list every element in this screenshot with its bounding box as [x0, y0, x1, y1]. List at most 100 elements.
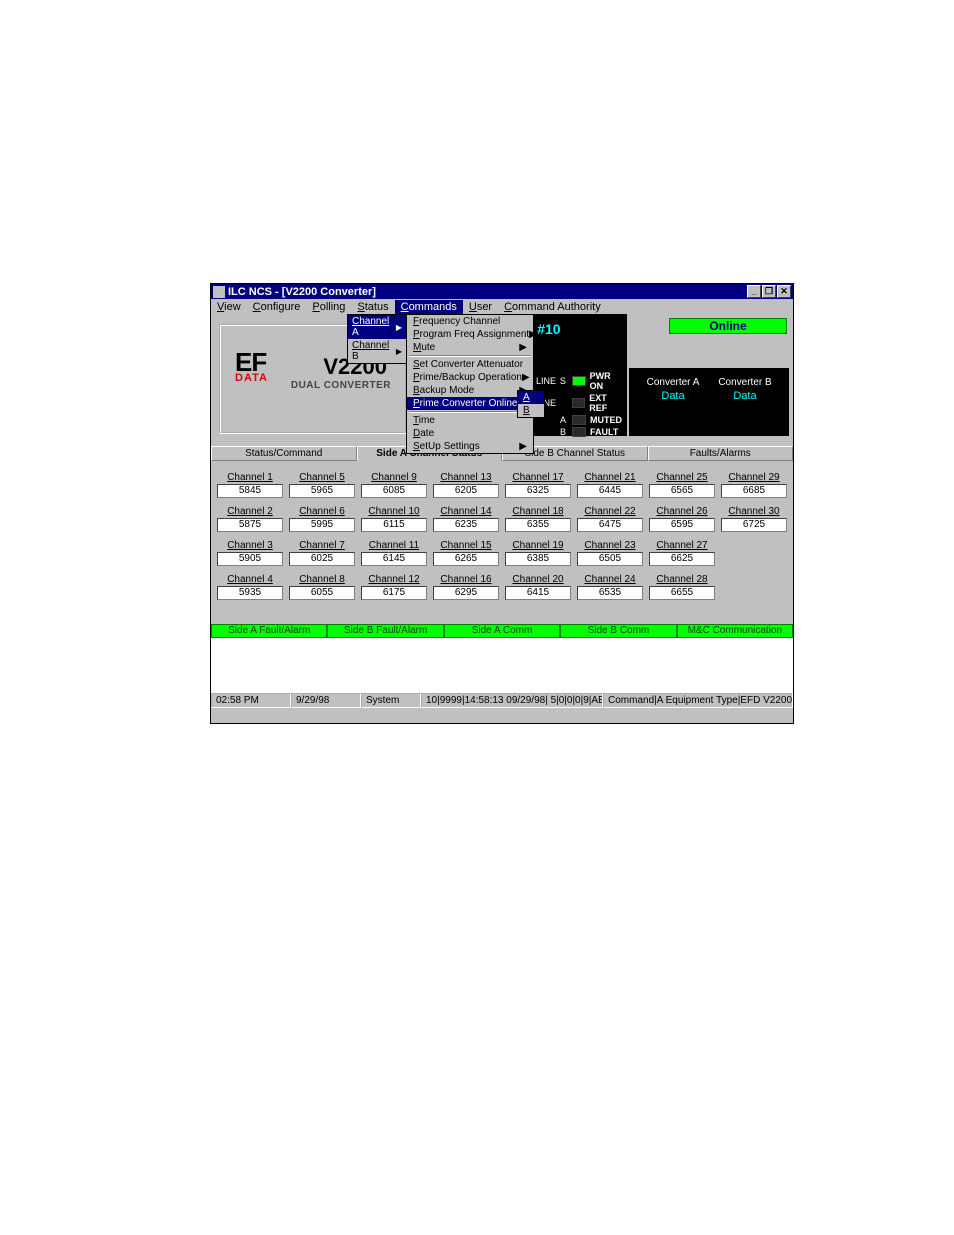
channel-value[interactable]: 6055: [289, 586, 355, 600]
indicator-led: [572, 427, 586, 437]
channel-value[interactable]: 6085: [361, 484, 427, 498]
channel-value[interactable]: 6535: [577, 586, 643, 600]
menu-command-authority[interactable]: Command Authority: [498, 300, 607, 314]
channel-24: Channel 246535: [577, 574, 643, 600]
channel-value[interactable]: 6355: [505, 518, 571, 532]
channel-11: Channel 116145: [361, 540, 427, 566]
window-title: ILC NCS - [V2200 Converter]: [228, 286, 376, 298]
channel-value[interactable]: 6115: [361, 518, 427, 532]
maximize-button[interactable]: ❐: [762, 285, 776, 298]
tab-status-command[interactable]: Status/Command: [211, 446, 357, 461]
channel-value[interactable]: 5875: [217, 518, 283, 532]
channel-value[interactable]: 6445: [577, 484, 643, 498]
submenu-setup-settings[interactable]: SetUp Settings▶: [407, 440, 533, 453]
channel-label: Channel 29: [721, 472, 787, 483]
indicator-led: [572, 376, 586, 386]
menu-view[interactable]: View: [211, 300, 247, 314]
channel-label: Channel 19: [505, 540, 571, 551]
submenu-prime-backup-operation[interactable]: Prime/Backup Operation▶: [407, 371, 533, 384]
channel-label: Channel 6: [289, 506, 355, 517]
channel-value[interactable]: 5935: [217, 586, 283, 600]
channel-value[interactable]: 6295: [433, 586, 499, 600]
channel-value[interactable]: 6595: [649, 518, 715, 532]
channel-label: Channel 26: [649, 506, 715, 517]
indicator-led: [572, 398, 586, 408]
channel-value[interactable]: 6505: [577, 552, 643, 566]
channel-value[interactable]: 6175: [361, 586, 427, 600]
channel-value[interactable]: 6685: [721, 484, 787, 498]
menu-bar: ViewConfigurePollingStatusCommandsUserCo…: [211, 299, 793, 314]
channel-value[interactable]: 5845: [217, 484, 283, 498]
channel-25: Channel 256565: [649, 472, 715, 498]
tab-faults-alarms[interactable]: Faults/Alarms: [648, 446, 794, 461]
status-bar: 02:58 PM 9/29/98 System 10|9999|14:58:13…: [211, 692, 793, 708]
submenu-side-b[interactable]: B: [518, 404, 544, 417]
channel-27: Channel 276625: [649, 540, 715, 566]
channel-label: Channel 17: [505, 472, 571, 483]
channel-value[interactable]: 6145: [361, 552, 427, 566]
channel-value[interactable]: 6265: [433, 552, 499, 566]
submenu-set-converter-attenuator[interactable]: Set Converter Attenuator: [407, 358, 533, 371]
channel-value[interactable]: 5905: [217, 552, 283, 566]
channel-a-submenu: Frequency ChannelProgram Freq Assignment…: [406, 314, 534, 454]
submenu-program-freq-assignment[interactable]: Program Freq Assignment▶: [407, 328, 533, 341]
channel-value[interactable]: 6415: [505, 586, 571, 600]
app-window: ILC NCS - [V2200 Converter] _ ❐ ✕ ViewCo…: [210, 283, 794, 724]
submenu-mute[interactable]: Mute▶: [407, 341, 533, 354]
channel-26: Channel 266595: [649, 506, 715, 532]
channel-value[interactable]: 6565: [649, 484, 715, 498]
status-side-a-fault-alarm: Side A Fault/Alarm: [211, 624, 327, 638]
channel-label: Channel 16: [433, 574, 499, 585]
channel-10: Channel 106115: [361, 506, 427, 532]
minimize-button[interactable]: _: [747, 285, 761, 298]
channel-label: Channel 3: [217, 540, 283, 551]
submenu-date[interactable]: Date: [407, 427, 533, 440]
channel-label: Channel 28: [649, 574, 715, 585]
submenu-side-a[interactable]: A: [518, 391, 544, 404]
channel-value[interactable]: 5995: [289, 518, 355, 532]
channel-value[interactable]: 6725: [721, 518, 787, 532]
channel-8: Channel 86055: [289, 574, 355, 600]
menu-commands[interactable]: Commands: [395, 300, 463, 314]
submenu-channel-a[interactable]: Channel A▶: [348, 315, 406, 339]
status-m-c-communication: M&C Communication: [677, 624, 793, 638]
channel-label: Channel 1: [217, 472, 283, 483]
menu-configure[interactable]: Configure: [247, 300, 307, 314]
channel-label: Channel 7: [289, 540, 355, 551]
close-button[interactable]: ✕: [777, 285, 791, 298]
blank-area: [211, 638, 793, 692]
channel-value[interactable]: 6235: [433, 518, 499, 532]
channel-21: Channel 216445: [577, 472, 643, 498]
channel-label: Channel 23: [577, 540, 643, 551]
channel-3: Channel 35905: [217, 540, 283, 566]
menu-user[interactable]: User: [463, 300, 498, 314]
channel-value[interactable]: 6655: [649, 586, 715, 600]
converter-data-panel: Converter A Data Converter B Data: [629, 368, 789, 436]
channel-value[interactable]: 6625: [649, 552, 715, 566]
channel-15: Channel 156265: [433, 540, 499, 566]
channel-value[interactable]: 6205: [433, 484, 499, 498]
channel-value[interactable]: 6385: [505, 552, 571, 566]
status-right: Command|A Equipment Type|EFD V2200 CNV|E…: [603, 693, 793, 708]
menu-status[interactable]: Status: [351, 300, 394, 314]
top-panel: EF DATA V2200 DUAL CONVERTER S I D E A C…: [211, 314, 793, 442]
channel-label: Channel 14: [433, 506, 499, 517]
submenu-time[interactable]: Time: [407, 414, 533, 427]
submenu-channel-b[interactable]: Channel B▶: [348, 339, 406, 363]
channel-4: Channel 45935: [217, 574, 283, 600]
channel-label: Channel 18: [505, 506, 571, 517]
menu-polling[interactable]: Polling: [306, 300, 351, 314]
channel-value[interactable]: 5965: [289, 484, 355, 498]
channel-value[interactable]: 6325: [505, 484, 571, 498]
channel-label: Channel 22: [577, 506, 643, 517]
status-side-a-comm: Side A Comm: [444, 624, 560, 638]
submenu-backup-mode[interactable]: Backup Mode▶: [407, 384, 533, 397]
online-indicator: Online: [669, 318, 787, 334]
submenu-frequency-channel[interactable]: Frequency Channel: [407, 315, 533, 328]
brand-logo-text: EF: [235, 352, 268, 372]
channel-value[interactable]: 6475: [577, 518, 643, 532]
submenu-prime-converter-online[interactable]: Prime Converter Online▶: [407, 397, 533, 410]
app-icon: [213, 286, 225, 298]
channel-value[interactable]: 6025: [289, 552, 355, 566]
workspace: EF DATA V2200 DUAL CONVERTER S I D E A C…: [211, 314, 793, 708]
